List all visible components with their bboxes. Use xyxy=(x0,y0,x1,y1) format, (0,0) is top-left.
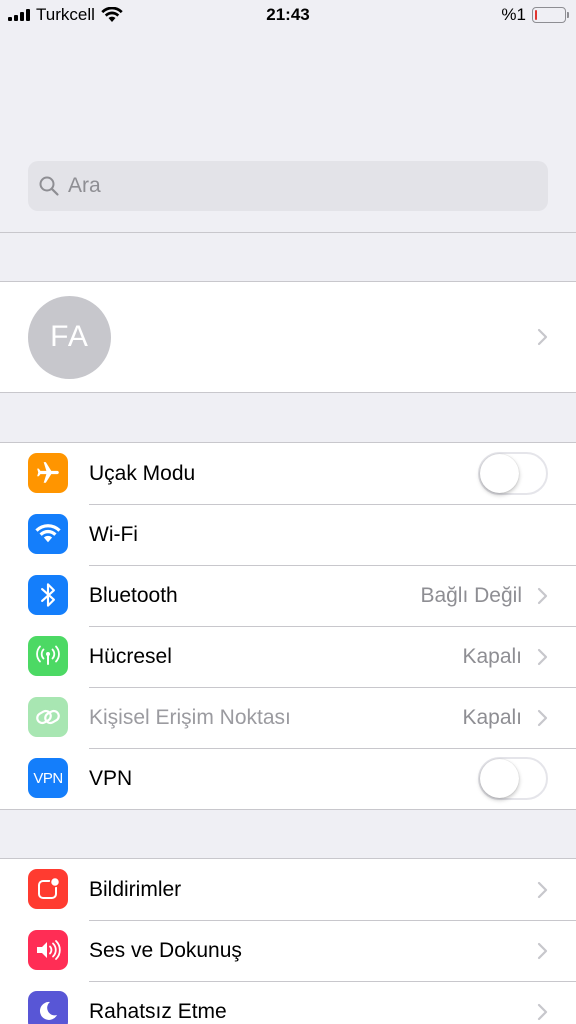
airplane-mode-toggle[interactable] xyxy=(478,452,548,495)
settings-row-do-not-disturb[interactable]: Rahatsız Etme xyxy=(0,981,576,1024)
row-label: VPN xyxy=(89,766,133,790)
chevron-right-icon xyxy=(537,942,548,960)
search-icon xyxy=(39,176,59,196)
battery-percentage: %1 xyxy=(501,5,526,24)
toggle-knob xyxy=(480,454,519,493)
row-label: Bluetooth xyxy=(89,583,178,607)
settings-row-wifi[interactable]: Wi-Fi xyxy=(0,504,576,565)
row-value: Kapalı xyxy=(462,705,522,729)
settings-row-vpn[interactable]: VPN VPN xyxy=(0,748,576,809)
row-label: Wi-Fi xyxy=(89,522,138,546)
status-bar: Turkcell 21:43 %1 xyxy=(0,0,576,30)
vpn-icon-text: VPN xyxy=(33,769,63,787)
chevron-right-icon xyxy=(537,709,548,727)
connectivity-group: Uçak Modu Wi-Fi Bluetooth Bağlı Değil Hü… xyxy=(0,442,576,810)
settings-row-sounds[interactable]: Ses ve Dokunuş xyxy=(0,920,576,981)
chevron-right-icon xyxy=(537,587,548,605)
search-box[interactable] xyxy=(28,161,548,211)
cellular-icon xyxy=(28,636,68,676)
notifications-icon xyxy=(28,869,68,909)
search-input[interactable] xyxy=(68,174,548,198)
row-label: Kişisel Erişim Noktası xyxy=(89,705,291,729)
battery-fill xyxy=(535,10,537,20)
chevron-right-icon xyxy=(537,648,548,666)
profile-row[interactable]: FA xyxy=(0,281,576,393)
bluetooth-icon xyxy=(28,575,68,615)
divider xyxy=(0,232,576,233)
wifi-icon xyxy=(28,514,68,554)
settings-row-airplane-mode[interactable]: Uçak Modu xyxy=(0,443,576,504)
search-bar[interactable] xyxy=(28,161,548,211)
avatar-initials: FA xyxy=(50,320,89,353)
settings-row-bluetooth[interactable]: Bluetooth Bağlı Değil xyxy=(0,565,576,626)
carrier-name: Turkcell xyxy=(36,5,95,24)
row-label: Rahatsız Etme xyxy=(89,999,227,1023)
vpn-toggle[interactable] xyxy=(478,757,548,800)
status-right: %1 xyxy=(501,5,569,25)
status-left: Turkcell xyxy=(8,5,123,25)
chevron-right-icon xyxy=(537,328,548,346)
battery-icon xyxy=(532,7,569,23)
settings-row-cellular[interactable]: Hücresel Kapalı xyxy=(0,626,576,687)
speaker-icon xyxy=(28,930,68,970)
row-label: Uçak Modu xyxy=(89,461,196,485)
row-label: Hücresel xyxy=(89,644,172,668)
moon-icon xyxy=(28,991,68,1024)
toggle-knob xyxy=(480,759,519,798)
avatar: FA xyxy=(28,295,111,379)
hotspot-icon xyxy=(28,697,68,737)
row-value: Bağlı Değil xyxy=(420,583,522,607)
row-label: Ses ve Dokunuş xyxy=(89,938,242,962)
chevron-right-icon xyxy=(537,1003,548,1021)
row-value: Kapalı xyxy=(462,644,522,668)
chevron-right-icon xyxy=(537,881,548,899)
wifi-status-icon xyxy=(101,7,123,22)
airplane-icon xyxy=(28,453,68,493)
row-label: Bildirimler xyxy=(89,877,182,901)
settings-row-personal-hotspot[interactable]: Kişisel Erişim Noktası Kapalı xyxy=(0,687,576,748)
settings-row-notifications[interactable]: Bildirimler xyxy=(0,859,576,920)
signal-strength-icon xyxy=(8,9,30,21)
vpn-icon: VPN xyxy=(28,758,68,798)
general-group: Bildirimler Ses ve Dokunuş Rahatsız Etme xyxy=(0,858,576,1024)
